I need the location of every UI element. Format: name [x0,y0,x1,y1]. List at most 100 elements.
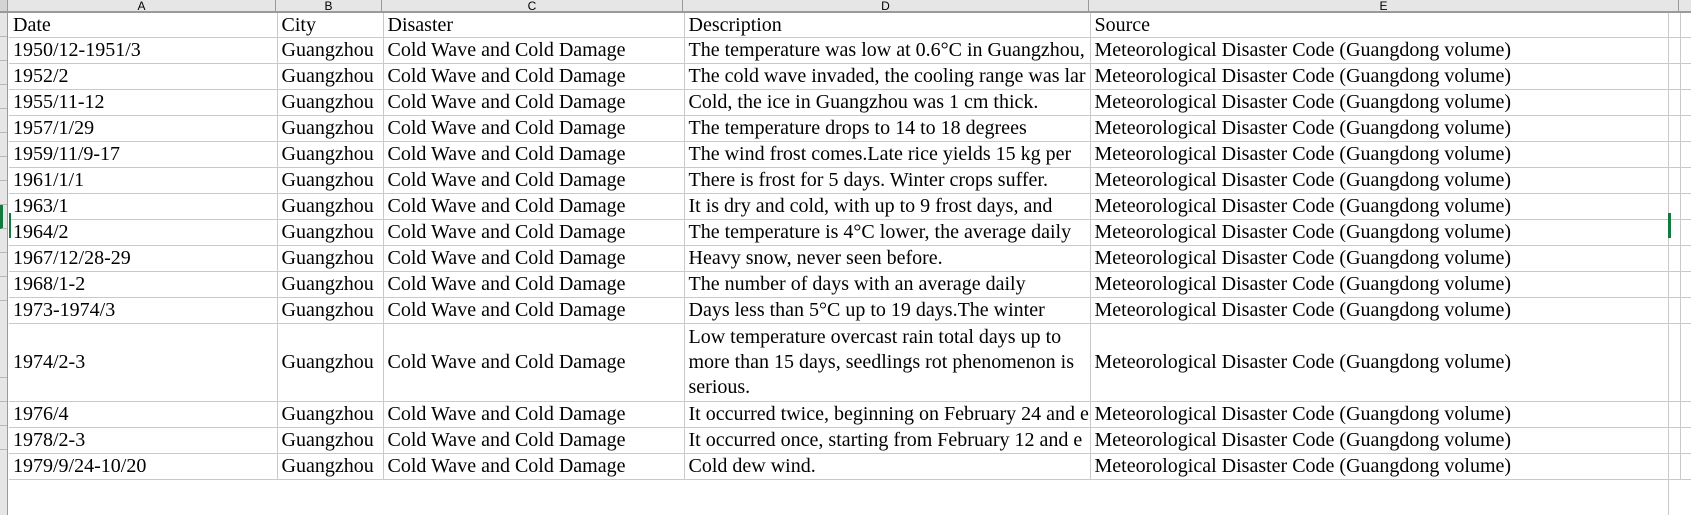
spill-cell[interactable] [1680,323,1691,402]
row-header-cell[interactable] [0,402,7,426]
description-cell[interactable]: It occurred twice, beginning on February… [684,401,1091,428]
city-cell[interactable]: Guangzhou [277,271,384,298]
header-cell-empty[interactable] [1680,13,1691,38]
column-header-d[interactable]: D [683,0,1089,11]
description-cell[interactable]: The temperature was low at 0.6°C in Guan… [684,37,1091,64]
spill-cell[interactable] [1680,63,1691,90]
date-cell[interactable]: 1950/12-1951/3 [9,37,278,64]
description-cell[interactable]: It occurred once, starting from February… [684,427,1091,454]
source-cell[interactable]: Meteorological Disaster Code (Guangdong … [1090,401,1681,428]
spreadsheet-grid[interactable]: A B C D E Date City Disaster Description… [0,0,1691,515]
city-cell[interactable]: Guangzhou [277,297,384,324]
spill-cell[interactable] [1680,193,1691,220]
city-cell[interactable]: Guangzhou [277,193,384,220]
city-cell[interactable]: Guangzhou [277,89,384,116]
spill-cell[interactable] [1680,271,1691,298]
disaster-cell[interactable]: Cold Wave and Cold Damage [383,141,685,168]
city-cell[interactable]: Guangzhou [277,115,384,142]
disaster-cell[interactable]: Cold Wave and Cold Damage [383,453,685,480]
disaster-cell[interactable]: Cold Wave and Cold Damage [383,89,685,116]
disaster-cell[interactable]: Cold Wave and Cold Damage [383,297,685,324]
column-header-c[interactable]: C [382,0,683,11]
source-cell[interactable]: Meteorological Disaster Code (Guangdong … [1090,141,1681,168]
source-cell[interactable]: Meteorological Disaster Code (Guangdong … [1090,115,1681,142]
description-cell[interactable]: The temperature drops to 14 to 18 degree… [684,115,1091,142]
source-cell[interactable]: Meteorological Disaster Code (Guangdong … [1090,63,1681,90]
date-cell[interactable]: 1968/1-2 [9,271,278,298]
row-header-cell[interactable] [0,13,7,37]
spill-cell[interactable] [1680,401,1691,428]
date-cell[interactable]: 1952/2 [9,63,278,90]
city-cell[interactable]: Guangzhou [277,37,384,64]
description-cell[interactable]: Days less than 5°C up to 19 days.The win… [684,297,1091,324]
disaster-cell[interactable]: Cold Wave and Cold Damage [383,167,685,194]
disaster-cell[interactable]: Cold Wave and Cold Damage [383,37,685,64]
row-header-cell[interactable] [0,253,7,277]
select-all-corner[interactable] [0,0,8,11]
disaster-cell[interactable]: Cold Wave and Cold Damage [383,427,685,454]
row-header-cell[interactable] [0,181,7,205]
date-cell[interactable]: 1959/11/9-17 [9,141,278,168]
spill-cell[interactable] [1680,89,1691,116]
spill-cell[interactable] [1680,245,1691,272]
description-cell[interactable]: The cold wave invaded, the cooling range… [684,63,1091,90]
spill-cell[interactable] [1680,427,1691,454]
date-cell[interactable]: 1955/11-12 [9,89,278,116]
row-header-cell[interactable] [0,229,7,253]
description-cell[interactable]: Cold dew wind. [684,453,1091,480]
row-header-cell[interactable] [0,61,7,85]
row-header-cell[interactable] [0,301,7,378]
disaster-cell[interactable]: Cold Wave and Cold Damage [383,271,685,298]
source-cell[interactable]: Meteorological Disaster Code (Guangdong … [1090,193,1681,220]
date-cell[interactable]: 1974/2-3 [9,323,278,402]
description-cell[interactable]: Heavy snow, never seen before. [684,245,1091,272]
source-cell[interactable]: Meteorological Disaster Code (Guangdong … [1090,271,1681,298]
source-cell[interactable]: Meteorological Disaster Code (Guangdong … [1090,219,1681,246]
source-cell[interactable]: Meteorological Disaster Code (Guangdong … [1090,37,1681,64]
city-cell[interactable]: Guangzhou [277,141,384,168]
date-cell[interactable]: 1979/9/24-10/20 [9,453,278,480]
disaster-cell[interactable]: Cold Wave and Cold Damage [383,219,685,246]
header-cell-source[interactable]: Source [1090,13,1681,38]
header-cell-date[interactable]: Date [9,13,278,38]
city-cell[interactable]: Guangzhou [277,453,384,480]
description-cell[interactable]: The temperature is 4°C lower, the averag… [684,219,1091,246]
source-cell[interactable]: Meteorological Disaster Code (Guangdong … [1090,323,1681,402]
spill-cell[interactable] [1680,115,1691,142]
row-header-cell[interactable] [0,157,7,181]
date-cell[interactable]: 1963/1 [9,193,278,220]
description-cell[interactable]: The wind frost comes.Late rice yields 15… [684,141,1091,168]
description-cell[interactable]: Cold, the ice in Guangzhou was 1 cm thic… [684,89,1091,116]
city-cell[interactable]: Guangzhou [277,219,384,246]
description-cell[interactable]: It is dry and cold, with up to 9 frost d… [684,193,1091,220]
row-header-cell[interactable] [0,277,7,301]
source-cell[interactable]: Meteorological Disaster Code (Guangdong … [1090,297,1681,324]
spill-cell[interactable] [1680,297,1691,324]
disaster-cell[interactable]: Cold Wave and Cold Damage [383,115,685,142]
source-cell[interactable]: Meteorological Disaster Code (Guangdong … [1090,245,1681,272]
spill-cell[interactable] [1680,37,1691,64]
disaster-cell[interactable]: Cold Wave and Cold Damage [383,193,685,220]
date-cell[interactable]: 1976/4 [9,401,278,428]
row-header-cell[interactable] [0,37,7,61]
column-header-a[interactable]: A [8,0,276,11]
column-header-b[interactable]: B [276,0,382,11]
source-cell[interactable]: Meteorological Disaster Code (Guangdong … [1090,427,1681,454]
row-header-cell[interactable] [0,85,7,109]
city-cell[interactable]: Guangzhou [277,323,384,402]
date-cell[interactable]: 1961/1/1 [9,167,278,194]
city-cell[interactable]: Guangzhou [277,245,384,272]
city-cell[interactable]: Guangzhou [277,167,384,194]
header-cell-city[interactable]: City [277,13,384,38]
row-header-cell[interactable] [0,109,7,133]
header-cell-description[interactable]: Description [684,13,1091,38]
date-cell[interactable]: 1973-1974/3 [9,297,278,324]
row-header-cell[interactable] [0,426,7,450]
row-header-cell[interactable] [0,133,7,157]
disaster-cell[interactable]: Cold Wave and Cold Damage [383,63,685,90]
spill-cell[interactable] [1680,167,1691,194]
date-cell[interactable]: 1978/2-3 [9,427,278,454]
source-cell[interactable]: Meteorological Disaster Code (Guangdong … [1090,167,1681,194]
spill-cell[interactable] [1680,141,1691,168]
city-cell[interactable]: Guangzhou [277,63,384,90]
